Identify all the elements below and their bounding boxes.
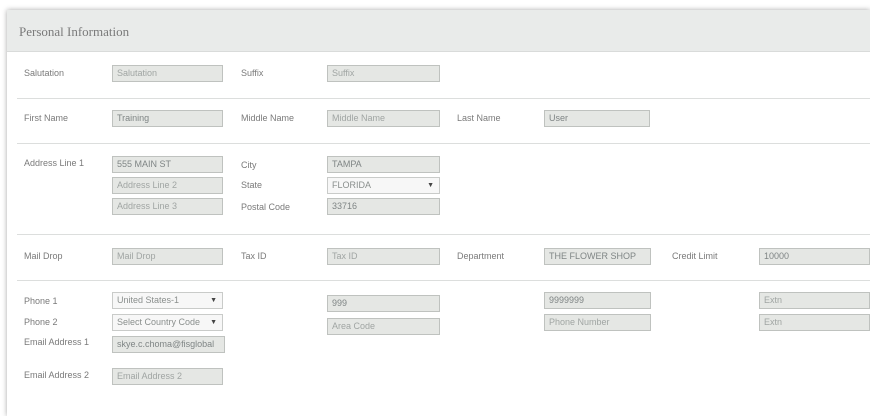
- address-line-1-input[interactable]: 555 MAIN ST: [112, 156, 223, 173]
- tax-id-input[interactable]: Tax ID: [327, 248, 440, 265]
- suffix-input[interactable]: Suffix: [327, 65, 440, 82]
- chevron-down-icon: ▼: [210, 319, 217, 326]
- address-line-1-label: Address Line 1: [24, 158, 85, 168]
- section-divider: [17, 280, 870, 281]
- department-input[interactable]: THE FLOWER SHOP: [544, 248, 651, 265]
- last-name-input[interactable]: User: [544, 110, 650, 127]
- last-name-label: Last Name: [457, 113, 501, 123]
- state-label: State: [241, 180, 263, 190]
- phone-1-extension-input[interactable]: Extn: [759, 292, 870, 309]
- city-input[interactable]: TAMPA: [327, 156, 440, 173]
- state-select[interactable]: FLORIDA ▼: [327, 177, 440, 194]
- mail-drop-input[interactable]: Mail Drop: [112, 248, 223, 265]
- tax-id-label: Tax ID: [241, 251, 267, 261]
- phone-1-label: Phone 1: [24, 296, 58, 306]
- middle-name-input[interactable]: Middle Name: [327, 110, 440, 127]
- email-address-2-label: Email Address 2: [24, 370, 90, 380]
- first-name-label: First Name: [24, 113, 69, 123]
- personal-information-panel: Personal Information Salutation Salutati…: [7, 10, 870, 416]
- panel-header: Personal Information: [7, 10, 870, 52]
- state-select-value: FLORIDA: [332, 180, 372, 190]
- section-divider: [17, 143, 870, 144]
- department-label: Department: [457, 251, 505, 261]
- section-divider: [17, 234, 870, 235]
- chevron-down-icon: ▼: [210, 297, 217, 304]
- salutation-input[interactable]: Salutation: [112, 65, 223, 82]
- address-line-3-input[interactable]: Address Line 3: [112, 198, 223, 215]
- phone-2-label: Phone 2: [24, 317, 58, 327]
- panel-title: Personal Information: [19, 24, 130, 39]
- section-divider: [17, 98, 870, 99]
- chevron-down-icon: ▼: [427, 182, 434, 189]
- email-address-2-input[interactable]: Email Address 2: [112, 368, 223, 385]
- city-label: City: [241, 160, 257, 170]
- phone-2-number-input[interactable]: Phone Number: [544, 314, 651, 331]
- mail-drop-label: Mail Drop: [24, 251, 63, 261]
- phone-1-country-select[interactable]: United States-1 ▼: [112, 292, 223, 309]
- postal-code-label: Postal Code: [241, 202, 291, 212]
- phone-1-area-code-input[interactable]: 999: [327, 295, 440, 312]
- phone-2-country-select[interactable]: Select Country Code ▼: [112, 314, 223, 331]
- phone-1-number-input[interactable]: 9999999: [544, 292, 651, 309]
- phone-1-country-value: United States-1: [117, 295, 180, 305]
- address-line-2-input[interactable]: Address Line 2: [112, 177, 223, 194]
- postal-code-input[interactable]: 33716: [327, 198, 440, 215]
- credit-limit-input[interactable]: 10000: [759, 248, 870, 265]
- email-address-1-label: Email Address 1: [24, 337, 90, 347]
- phone-2-area-code-input[interactable]: Area Code: [327, 318, 440, 335]
- phone-2-extension-input[interactable]: Extn: [759, 314, 870, 331]
- salutation-label: Salutation: [24, 68, 65, 78]
- credit-limit-label: Credit Limit: [672, 251, 718, 261]
- first-name-input[interactable]: Training: [112, 110, 223, 127]
- email-address-1-input[interactable]: skye.c.choma@fisglobal: [112, 336, 225, 353]
- middle-name-label: Middle Name: [241, 113, 295, 123]
- phone-2-country-value: Select Country Code: [117, 317, 201, 327]
- suffix-label: Suffix: [241, 68, 264, 78]
